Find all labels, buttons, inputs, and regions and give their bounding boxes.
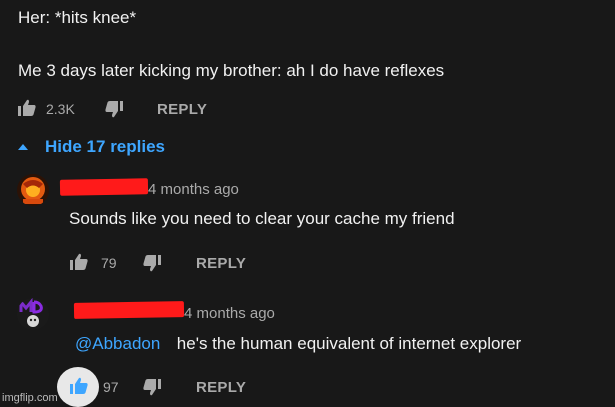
comment-text-line-2: Me 3 days later kicking my brother: ah I… <box>18 61 445 80</box>
thumbs-up-icon[interactable] <box>69 252 89 272</box>
user-mention-link[interactable]: @Abbadon <box>75 334 160 353</box>
reply-body: he's the human equivalent of internet ex… <box>176 334 522 353</box>
hide-replies-button[interactable]: Hide 17 replies <box>18 136 165 158</box>
thumbs-down-icon[interactable] <box>142 377 162 397</box>
reply-text: Sounds like you need to clear your cache… <box>69 209 455 228</box>
reply-button[interactable]: REPLY <box>157 101 207 118</box>
like-count: 79 <box>101 255 117 271</box>
thumbs-down-icon[interactable] <box>104 99 124 119</box>
redacted-username <box>73 301 185 319</box>
caret-up-icon <box>18 144 28 150</box>
thumbs-up-icon[interactable] <box>17 98 37 118</box>
watermark-text: imgflip.com <box>2 392 58 404</box>
like-count: 2.3K <box>46 101 75 117</box>
hide-replies-label: Hide 17 replies <box>45 137 166 156</box>
thumbs-up-icon[interactable] <box>69 376 89 396</box>
comment-timestamp: 4 months ago <box>184 305 275 322</box>
comment-text-line-1: Her: *hits knee* <box>18 8 137 27</box>
like-count: 97 <box>103 379 119 395</box>
thumbs-down-icon[interactable] <box>142 253 162 273</box>
reply-button[interactable]: REPLY <box>196 255 246 272</box>
avatar[interactable] <box>17 174 49 206</box>
avatar[interactable] <box>17 298 49 330</box>
reply-text: @Abbadon he's the human equivalent of in… <box>75 334 521 354</box>
redacted-username <box>59 178 149 196</box>
comment-timestamp: 4 months ago <box>148 181 239 198</box>
reply-button[interactable]: REPLY <box>196 379 246 396</box>
